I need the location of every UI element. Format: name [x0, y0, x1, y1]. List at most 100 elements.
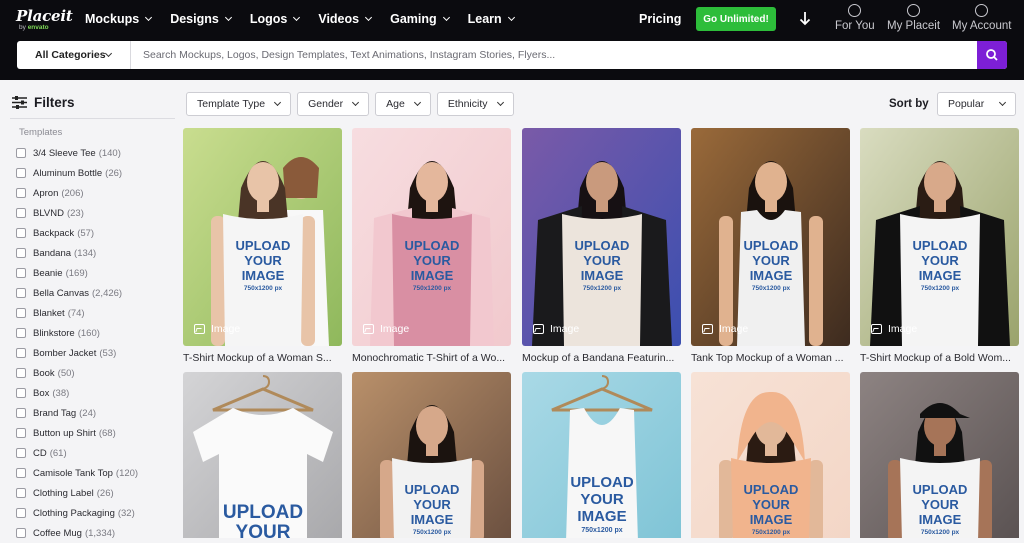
search-input[interactable]: [132, 41, 977, 69]
nav-mockups-label: Mockups: [85, 12, 140, 26]
card-title[interactable]: Mockup of a Bandana Featurin...: [522, 352, 681, 364]
template-card[interactable]: UPLOAD YOUR IMAGE 750x1200 px Image Mockup of…: [522, 128, 681, 364]
checkbox[interactable]: [16, 248, 26, 258]
card-thumbnail[interactable]: UPLOAD YOUR IMAGE 750x1200 px Image: [691, 128, 850, 346]
filter-item-label: Clothing Packaging: [33, 507, 115, 519]
search-icon: [986, 49, 998, 61]
nav-designs[interactable]: Designs: [170, 10, 232, 28]
checkbox[interactable]: [16, 328, 26, 338]
template-filter-item[interactable]: Beanie (169): [16, 263, 138, 283]
checkbox[interactable]: [16, 228, 26, 238]
filter-age[interactable]: Age: [375, 92, 431, 116]
filter-bar: Template Type Gender Age Ethnicity: [186, 92, 514, 116]
template-card[interactable]: UPLOAD YOUR IMAGE 750x1200 px Image Tank Top …: [691, 128, 850, 364]
template-card[interactable]: UPLOAD YOUR IMAGE 750x1200 px Image T-Shirt M…: [183, 128, 342, 364]
card-thumbnail[interactable]: UPLOAD YOUR IMAGE 750x1200 px: [860, 372, 1019, 538]
template-card[interactable]: UPLOAD YOUR IMAGE 750x1200 px: [352, 372, 511, 538]
image-icon: [363, 324, 374, 334]
card-thumbnail[interactable]: UPLOAD YOUR IMAGE 750x1200 px: [352, 372, 511, 538]
template-filter-item[interactable]: Apron (206): [16, 183, 138, 203]
download-icon[interactable]: [798, 10, 812, 28]
card-thumbnail[interactable]: UPLOAD YOUR IMAGE 750x1200 px Image: [522, 128, 681, 346]
checkbox[interactable]: [16, 368, 26, 378]
card-title[interactable]: Monochromatic T-Shirt of a Wo...: [352, 352, 511, 364]
template-filter-item[interactable]: CD (61): [16, 443, 138, 463]
template-filter-item[interactable]: Coffee Mug (1,334): [16, 523, 138, 543]
svg-text:UPLOAD: UPLOAD: [575, 238, 630, 253]
placeit-logo[interactable]: Placeit by envato: [16, 7, 73, 31]
template-filter-item[interactable]: Camisole Tank Top (120): [16, 463, 138, 483]
checkbox[interactable]: [16, 488, 26, 498]
template-card[interactable]: UPLOAD YOUR IMAGE 750x1200 px: [860, 372, 1019, 538]
nav-videos[interactable]: Videos: [318, 10, 373, 28]
template-card[interactable]: UPLOAD YOUR IMAGE 750x1200 px Image Monochrom…: [352, 128, 511, 364]
checkbox[interactable]: [16, 268, 26, 278]
card-thumbnail[interactable]: UPLOAD YOUR: [183, 372, 342, 538]
category-select[interactable]: All Categories: [17, 41, 131, 69]
template-filter-item[interactable]: Backpack (57): [16, 223, 138, 243]
nav-gaming[interactable]: Gaming: [390, 10, 450, 28]
svg-text:YOUR: YOUR: [244, 253, 282, 268]
template-filter-item[interactable]: Button up Shirt (68): [16, 423, 138, 443]
card-title[interactable]: T-Shirt Mockup of a Bold Wom...: [860, 352, 1019, 364]
card-thumbnail[interactable]: UPLOAD YOUR IMAGE 750x1200 px Image: [352, 128, 511, 346]
card-title[interactable]: T-Shirt Mockup of a Woman S...: [183, 352, 342, 364]
go-unlimited-button[interactable]: Go Unlimited!: [696, 7, 776, 31]
template-filter-item[interactable]: Bandana (134): [16, 243, 138, 263]
svg-text:UPLOAD: UPLOAD: [913, 482, 968, 497]
nav-for-you[interactable]: For You: [835, 4, 875, 32]
card-thumbnail[interactable]: UPLOAD YOUR IMAGE 750x1200 px: [691, 372, 850, 538]
template-filter-item[interactable]: Clothing Label (26): [16, 483, 138, 503]
checkbox[interactable]: [16, 428, 26, 438]
checkbox[interactable]: [16, 148, 26, 158]
card-thumbnail[interactable]: UPLOAD YOUR IMAGE 750x1200 px: [522, 372, 681, 538]
template-filter-item[interactable]: Blanket (74): [16, 303, 138, 323]
template-card[interactable]: UPLOAD YOUR IMAGE 750x1200 px: [522, 372, 681, 538]
template-filter-list: 3/4 Sleeve Tee (140) Aluminum Bottle (26) Ap…: [16, 143, 138, 543]
template-filter-item[interactable]: Bomber Jacket (53): [16, 343, 138, 363]
card-thumbnail[interactable]: UPLOAD YOUR IMAGE 750x1200 px Image: [860, 128, 1019, 346]
checkbox[interactable]: [16, 528, 26, 538]
template-filter-item[interactable]: Blinkstore (160): [16, 323, 138, 343]
checkbox[interactable]: [16, 208, 26, 218]
template-card[interactable]: UPLOAD YOUR IMAGE 750x1200 px Image T-Shirt M…: [860, 128, 1019, 364]
filter-gender[interactable]: Gender: [297, 92, 370, 116]
nav-my-placeit[interactable]: My Placeit: [887, 4, 940, 32]
sort-select[interactable]: Popular: [937, 92, 1016, 116]
filter-item-label: Apron: [33, 187, 59, 199]
checkbox[interactable]: [16, 288, 26, 298]
template-filter-item[interactable]: Aluminum Bottle (26): [16, 163, 138, 183]
checkbox[interactable]: [16, 448, 26, 458]
template-filter-item[interactable]: Clothing Packaging (32): [16, 503, 138, 523]
svg-text:IMAGE: IMAGE: [411, 512, 454, 527]
template-filter-item[interactable]: Brand Tag (24): [16, 403, 138, 423]
checkbox[interactable]: [16, 468, 26, 478]
checkbox[interactable]: [16, 188, 26, 198]
filters-header[interactable]: Filters: [12, 95, 75, 110]
search-bar: All Categories: [17, 41, 1007, 69]
checkbox[interactable]: [16, 408, 26, 418]
template-filter-item[interactable]: Box (38): [16, 383, 138, 403]
card-title[interactable]: Tank Top Mockup of a Woman ...: [691, 352, 850, 364]
nav-pricing[interactable]: Pricing: [639, 12, 681, 26]
checkbox[interactable]: [16, 348, 26, 358]
template-filter-item[interactable]: Book (50): [16, 363, 138, 383]
checkbox[interactable]: [16, 388, 26, 398]
template-card[interactable]: UPLOAD YOUR IMAGE 750x1200 px: [691, 372, 850, 538]
search-button[interactable]: [977, 41, 1007, 69]
nav-my-account[interactable]: My Account: [952, 4, 1011, 32]
filter-ethnicity[interactable]: Ethnicity: [436, 92, 514, 116]
mockup-image: UPLOADYOURIMAGE 750x1200 px: [691, 128, 850, 346]
nav-mockups[interactable]: Mockups: [85, 10, 153, 28]
template-filter-item[interactable]: Bella Canvas (2,426): [16, 283, 138, 303]
template-filter-item[interactable]: BLVND (23): [16, 203, 138, 223]
nav-learn[interactable]: Learn: [468, 10, 515, 28]
filter-template-type[interactable]: Template Type: [186, 92, 292, 116]
template-filter-item[interactable]: 3/4 Sleeve Tee (140): [16, 143, 138, 163]
checkbox[interactable]: [16, 308, 26, 318]
template-card[interactable]: UPLOAD YOUR: [183, 372, 342, 538]
card-thumbnail[interactable]: UPLOAD YOUR IMAGE 750x1200 px Image: [183, 128, 342, 346]
nav-logos[interactable]: Logos: [250, 10, 301, 28]
checkbox[interactable]: [16, 168, 26, 178]
checkbox[interactable]: [16, 508, 26, 518]
